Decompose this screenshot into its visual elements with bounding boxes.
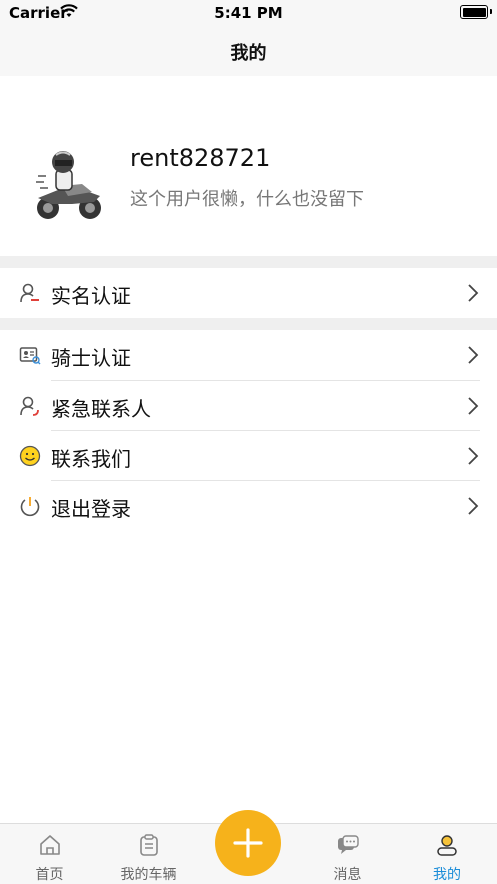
tab-label: 我的车辆	[120, 867, 177, 883]
tab-label: 首页	[35, 867, 64, 883]
clock: 5:41 PM	[214, 4, 283, 22]
emergency-contact-icon	[20, 396, 39, 416]
menu-item-real-name-verification[interactable]: 实名认证	[0, 268, 497, 318]
power-icon	[20, 497, 40, 517]
menu-item-logout[interactable]: 退出登录	[0, 481, 497, 531]
menu-item-label: 实名认证	[51, 284, 131, 308]
tab-messages[interactable]: 消息	[298, 824, 397, 884]
section-separator	[0, 318, 497, 330]
tab-home[interactable]: 首页	[0, 824, 99, 884]
tab-label: 我的	[433, 867, 461, 883]
section-separator	[0, 256, 497, 268]
user-bio: 这个用户很懒，什么也没留下	[130, 189, 364, 210]
menu-item-rider-verification[interactable]: 骑士认证	[0, 330, 497, 380]
tab-label: 消息	[333, 867, 362, 883]
message-icon	[337, 835, 359, 854]
add-button[interactable]	[215, 810, 281, 876]
nav-bar: 我的	[0, 26, 497, 76]
chevron-right-icon	[468, 284, 479, 302]
menu-item-contact-us[interactable]: 联系我们	[0, 431, 497, 481]
rider-card-icon	[19, 347, 41, 365]
avatar[interactable]	[28, 146, 108, 226]
profile-header[interactable]: rent828721 这个用户很懒，什么也没留下	[0, 76, 497, 256]
home-icon	[39, 835, 60, 855]
tab-me[interactable]: 我的	[397, 824, 497, 884]
menu-item-label: 退出登录	[51, 497, 131, 521]
plus-icon	[233, 828, 263, 858]
page-title: 我的	[230, 43, 267, 64]
tab-my-vehicles[interactable]: 我的车辆	[99, 824, 198, 884]
chevron-right-icon	[468, 497, 479, 515]
smiley-icon	[19, 445, 41, 467]
chevron-right-icon	[468, 346, 479, 364]
id-user-icon	[20, 283, 39, 303]
chevron-right-icon	[468, 447, 479, 465]
user-icon	[437, 835, 457, 856]
menu-item-label: 骑士认证	[51, 346, 131, 370]
chevron-right-icon	[468, 397, 479, 415]
menu-item-label: 紧急联系人	[51, 397, 151, 421]
battery-icon	[460, 5, 492, 19]
clipboard-icon	[139, 834, 158, 856]
menu-item-emergency-contact[interactable]: 紧急联系人	[0, 381, 497, 431]
status-bar: Carrier 5:41 PM	[0, 0, 497, 26]
username: rent828721	[130, 144, 271, 172]
menu-item-label: 联系我们	[51, 447, 131, 471]
